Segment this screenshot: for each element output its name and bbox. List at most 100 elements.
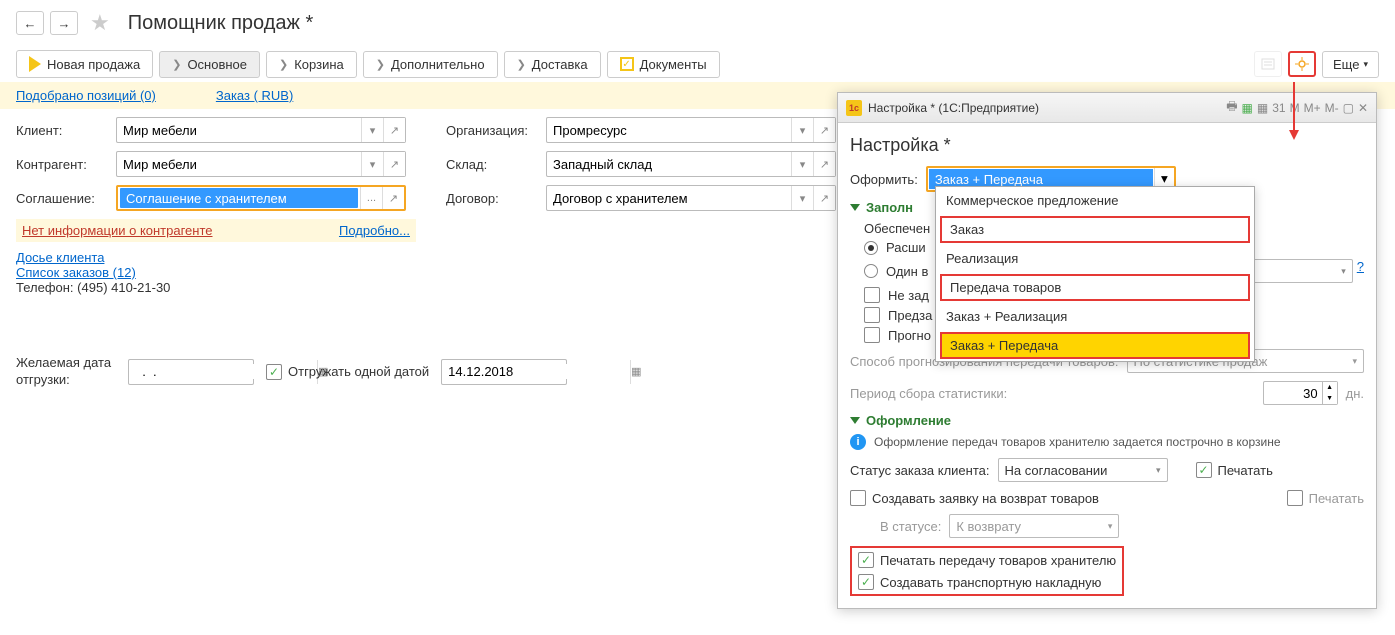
agreement-input[interactable] — [120, 188, 358, 208]
agreement-field[interactable]: ... ↗ — [116, 185, 406, 211]
chevron-down-icon: ▾ — [1156, 465, 1161, 476]
radio-one[interactable] — [864, 264, 878, 278]
print-icon[interactable]: 🖶 — [1226, 97, 1237, 118]
page-title: Помощник продаж * — [128, 12, 314, 35]
return-checkbox[interactable] — [850, 490, 866, 506]
return-label: Создавать заявку на возврат товаров — [872, 491, 1099, 506]
warehouse-input[interactable] — [547, 152, 791, 176]
back-button[interactable]: ← — [16, 11, 44, 35]
open-button[interactable]: ↗ — [383, 118, 405, 142]
create-waybill-label: Создавать транспортную накладную — [880, 575, 1101, 590]
dd-item-order-transfer[interactable]: Заказ + Передача — [940, 332, 1250, 359]
client-label: Клиент: — [16, 123, 116, 138]
counterparty-input[interactable] — [117, 152, 361, 176]
ship-date-input[interactable] — [442, 364, 630, 379]
info-icon: i — [850, 434, 866, 450]
warning-text[interactable]: Нет информации о контрагенте — [22, 223, 213, 238]
maximize-icon[interactable]: ▢ — [1343, 101, 1354, 115]
info-text: Оформление передач товаров хранителю зад… — [874, 435, 1281, 449]
new-sale-button[interactable]: Новая продажа — [16, 50, 153, 78]
warehouse-field[interactable]: ▾ ↗ — [546, 151, 836, 177]
period-input[interactable] — [1263, 381, 1323, 405]
table-icon[interactable]: ▦ — [1242, 101, 1253, 115]
spinner-up[interactable]: ▲ — [1323, 382, 1337, 393]
print-transfer-checkbox[interactable]: ✓ — [858, 552, 874, 568]
dropdown-button[interactable]: ▾ — [361, 152, 383, 176]
tab-documents-label: Документы — [640, 57, 707, 72]
cb-noset[interactable] — [864, 287, 880, 303]
open-button[interactable]: ↗ — [383, 152, 405, 176]
ship-one-label: Отгружать одной датой — [288, 364, 429, 379]
more-label: Еще — [1333, 57, 1359, 72]
calendar-icon[interactable]: ▦ — [1257, 101, 1268, 115]
contract-input[interactable] — [547, 186, 791, 210]
open-button[interactable]: ↗ — [813, 118, 835, 142]
status-label: Статус заказа клиента: — [850, 463, 990, 478]
dropdown-button[interactable]: ▾ — [791, 186, 813, 210]
cb-noset-label: Не зад — [888, 288, 929, 303]
contract-field[interactable]: ▾ ↗ — [546, 185, 836, 211]
radio-extended[interactable] — [864, 241, 878, 255]
create-waybill-checkbox[interactable]: ✓ — [858, 574, 874, 590]
counterparty-label: Контрагент: — [16, 157, 116, 172]
dropdown-button[interactable]: ▾ — [791, 118, 813, 142]
design-section-header[interactable]: Оформление — [850, 413, 1364, 428]
org-field[interactable]: ▾ ↗ — [546, 117, 836, 143]
tab-delivery[interactable]: ❯ Доставка — [504, 51, 601, 78]
tab-extra[interactable]: ❯ Дополнительно — [363, 51, 498, 78]
dropdown-button[interactable]: ▾ — [791, 152, 813, 176]
org-input[interactable] — [547, 118, 791, 142]
dd-item-sale[interactable]: Реализация — [936, 245, 1254, 272]
warning-more-link[interactable]: Подробно... — [339, 223, 410, 238]
chevron-right-icon: ❯ — [172, 58, 181, 71]
forward-button[interactable]: → — [50, 11, 78, 35]
client-input[interactable] — [117, 118, 361, 142]
ship-one-checkbox[interactable]: ✓ — [266, 364, 282, 380]
open-button[interactable]: ↗ — [382, 187, 404, 209]
open-button[interactable]: ↗ — [813, 152, 835, 176]
instatus-label: В статусе: — [880, 519, 941, 534]
dd-item-order[interactable]: Заказ — [940, 216, 1250, 243]
dropdown-button[interactable]: ▾ — [361, 118, 383, 142]
order-link[interactable]: Заказ ( RUB) — [216, 88, 293, 103]
orders-list-link[interactable]: Список заказов (12) — [16, 265, 416, 280]
print-transfer-label: Печатать передачу товаров хранителю — [880, 553, 1116, 568]
annotation-arrow-icon — [1287, 82, 1301, 142]
cb-prog[interactable] — [864, 327, 880, 343]
dd-item-transfer[interactable]: Передача товаров — [940, 274, 1250, 301]
m-plus-icon[interactable]: M+ — [1304, 101, 1321, 115]
tab-main[interactable]: ❯ Основное — [159, 51, 260, 78]
play-icon — [29, 56, 41, 72]
client-field[interactable]: ▾ ↗ — [116, 117, 406, 143]
open-button[interactable]: ↗ — [813, 186, 835, 210]
dd-item-order-sale[interactable]: Заказ + Реализация — [936, 303, 1254, 330]
dossier-link[interactable]: Досье клиента — [16, 250, 416, 265]
help-icon[interactable]: ? — [1357, 259, 1364, 283]
cb-pred-label: Предза — [888, 308, 932, 323]
contract-label: Договор: — [446, 191, 546, 206]
radio-extended-label: Расши — [886, 240, 926, 255]
counterparty-field[interactable]: ▾ ↗ — [116, 151, 406, 177]
status-select[interactable]: На согласовании ▾ — [998, 458, 1168, 482]
date-icon[interactable]: 31 — [1272, 101, 1285, 115]
tab-cart[interactable]: ❯ Корзина — [266, 51, 357, 78]
tab-documents[interactable]: ✓ Документы — [607, 51, 720, 78]
close-icon[interactable]: ✕ — [1358, 101, 1368, 115]
spinner-down[interactable]: ▼ — [1323, 393, 1337, 404]
print2-checkbox — [1287, 490, 1303, 506]
favorite-star-icon[interactable]: ★ — [90, 10, 110, 36]
phone-label: Телефон: — [16, 280, 74, 295]
positions-link[interactable]: Подобрано позиций (0) — [16, 88, 156, 103]
print-checkbox[interactable]: ✓ — [1196, 462, 1212, 478]
calendar-icon[interactable]: ▦ — [630, 360, 641, 384]
cb-pred[interactable] — [864, 307, 880, 323]
more-button[interactable]: Еще ▾ — [1322, 51, 1379, 78]
ship-date-field[interactable]: ▦ — [441, 359, 567, 385]
dd-item-offer[interactable]: Коммерческое предложение — [936, 187, 1254, 214]
desired-date-field[interactable]: ▦ — [128, 359, 254, 385]
lookup-button[interactable]: ... — [360, 187, 382, 209]
period-spinner[interactable]: ▲ ▼ — [1323, 381, 1338, 405]
m-minus-icon[interactable]: M- — [1325, 101, 1339, 115]
settings-gear-button[interactable] — [1288, 51, 1316, 77]
chevron-down-icon: ▾ — [1341, 266, 1346, 277]
